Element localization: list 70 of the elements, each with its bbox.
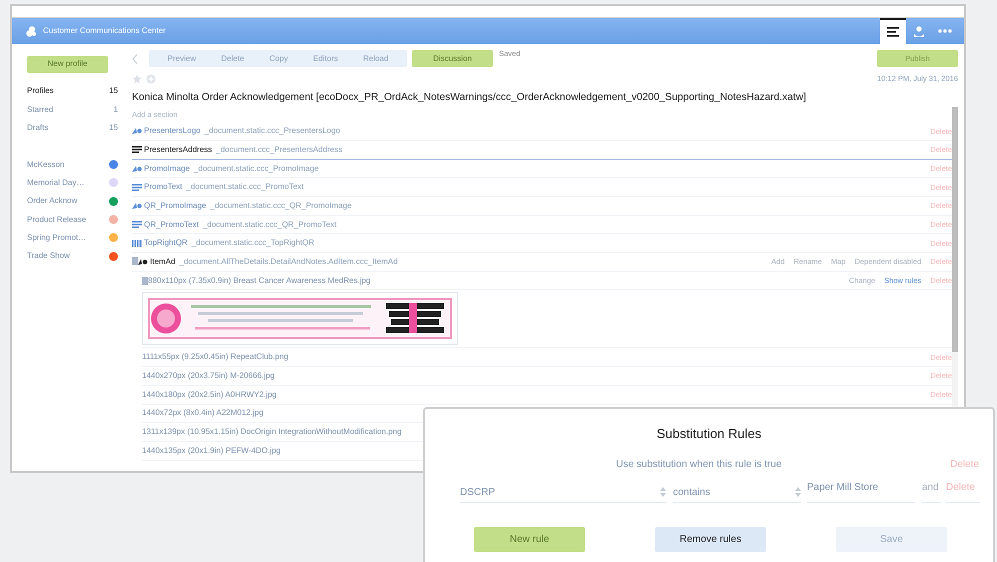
file-name[interactable]: 880x110px (7.35x0.9in) Breast Cancer Awareness MedRes.jpg bbox=[148, 274, 370, 287]
section-path: _document.static.ccc_PromoText bbox=[186, 181, 304, 194]
shapes-icon bbox=[132, 127, 142, 136]
dialog-button[interactable]: Remove rules bbox=[655, 526, 766, 552]
new-profile-button[interactable]: New profile bbox=[27, 56, 108, 72]
lines-icon bbox=[132, 184, 142, 191]
sidebar-item[interactable]: Drafts 15 bbox=[27, 119, 118, 138]
bars-icon bbox=[132, 240, 142, 247]
profile-item[interactable]: Trade Show bbox=[27, 250, 70, 262]
conjunction-label: and bbox=[922, 478, 941, 502]
toolbar-button[interactable]: Editors bbox=[313, 52, 338, 64]
section-name[interactable]: PromoImage bbox=[144, 162, 190, 175]
section-path: _document.static.ccc_PresentersLogo bbox=[204, 125, 340, 138]
shapes-icon bbox=[132, 202, 142, 210]
section-name[interactable]: PresentersLogo bbox=[144, 125, 200, 138]
rule-description: Use substitution when this rule is true bbox=[616, 458, 782, 472]
file-name[interactable]: 1311x139px (10.95x1.15in) DocOrigin IntegrationWithoutModification.png bbox=[142, 426, 402, 438]
profile-item[interactable]: Order Acknow bbox=[27, 195, 78, 208]
logo-icon bbox=[26, 26, 37, 36]
user-icon bbox=[914, 26, 924, 36]
section-name[interactable]: QR_PromoImage bbox=[144, 200, 206, 212]
file-icon bbox=[142, 276, 148, 285]
section-path: _document.static.ccc_QR_PromoText bbox=[202, 218, 337, 231]
menu-icon bbox=[887, 27, 899, 37]
section-name[interactable]: PromoText bbox=[144, 181, 182, 194]
lines-icon bbox=[132, 146, 142, 154]
more-icon bbox=[938, 29, 952, 33]
section-name[interactable]: PresentersAddress bbox=[144, 144, 212, 156]
back-chevron-icon[interactable] bbox=[132, 54, 138, 64]
add-icon[interactable] bbox=[146, 74, 156, 84]
section-path: _document.static.ccc_PromoImage bbox=[194, 162, 319, 175]
toolbar-button[interactable]: Copy bbox=[269, 52, 288, 64]
file-name[interactable]: 1111x55px (9.25x0.45in) RepeatClub.png bbox=[142, 351, 288, 364]
section-name[interactable]: ItemAd bbox=[150, 256, 176, 268]
section-path: _document.static.ccc_QR_PromoImage bbox=[210, 200, 352, 212]
value-field[interactable]: Paper Mill Store bbox=[807, 478, 915, 502]
toolbar-button[interactable]: Preview bbox=[168, 52, 196, 64]
delete-link[interactable]: Delete bbox=[950, 457, 979, 472]
file-name[interactable]: 1440x72px (8x0.4in) A22M012.jpg bbox=[142, 407, 264, 420]
dialog-title: Substitution Rules bbox=[656, 425, 762, 443]
dialog-button[interactable]: New rule bbox=[474, 526, 585, 552]
section-path: _document.ccc_PresentersAddress bbox=[216, 144, 342, 156]
shapes-icon bbox=[132, 164, 142, 173]
profile-item[interactable]: McKesson bbox=[27, 158, 64, 171]
lines-icon bbox=[132, 221, 142, 228]
window-title: Customer Communications Center bbox=[43, 25, 166, 37]
sidebar-item[interactable]: Starred 1 bbox=[27, 100, 118, 119]
document-title: Konica Minolta Order Acknowledgement [ecoDocx_PR_OrdAck_NotesWarnings/ccc_OrderAcknowledgement_v0200_Supporting_NotesHazard.xatw] bbox=[131, 91, 808, 105]
updown-icon bbox=[795, 487, 801, 497]
field-select[interactable]: DSCRP bbox=[460, 482, 666, 502]
delete-link[interactable]: Delete bbox=[946, 478, 980, 502]
updown-icon bbox=[660, 487, 666, 497]
discussion-button[interactable]: Discussion bbox=[412, 50, 493, 67]
toolbar-button[interactable]: Reload bbox=[363, 52, 388, 64]
file-name[interactable]: 1440x270px (20x3.75in) M-20666.jpg bbox=[142, 370, 275, 382]
document-image-icon bbox=[132, 257, 148, 266]
operator-select[interactable]: contains bbox=[673, 482, 801, 502]
profile-item[interactable]: Memorial Day… bbox=[27, 176, 84, 189]
section-name[interactable]: QR_PromoText bbox=[144, 218, 199, 231]
file-name[interactable]: 1440x135px (20x1.9in) PEFW-4DO.jpg bbox=[142, 444, 281, 457]
file-name[interactable]: 1440x180px (20x2.5in) A0HRWY2.jpg bbox=[142, 388, 277, 401]
sidebar-item[interactable]: Profiles 15 bbox=[27, 82, 118, 100]
section-path: _document.static.ccc_TopRightQR bbox=[192, 237, 314, 250]
section-name[interactable]: TopRightQR bbox=[144, 237, 188, 250]
view-button[interactable] bbox=[880, 18, 906, 44]
profile-item[interactable]: Spring Promot… bbox=[27, 232, 86, 244]
profile-item[interactable]: Product Release bbox=[27, 214, 86, 226]
toolbar-button[interactable]: Delete bbox=[221, 52, 244, 64]
star-icon[interactable] bbox=[132, 74, 142, 84]
section-path: _document.AllTheDetails.DetailAndNotes.AdItem.ccc_ItemAd bbox=[179, 256, 398, 268]
